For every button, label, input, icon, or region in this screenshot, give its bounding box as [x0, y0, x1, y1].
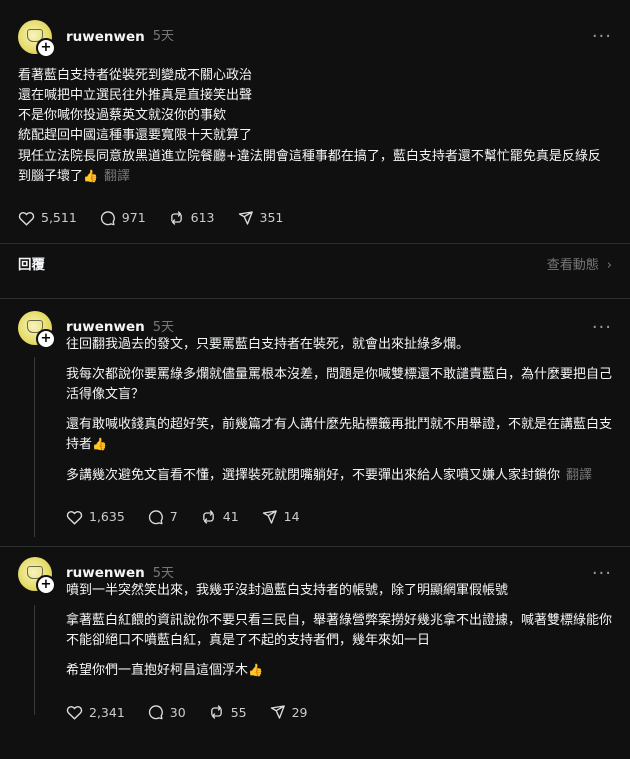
share-button[interactable]: 351: [237, 208, 284, 227]
share-count: 351: [259, 210, 284, 226]
reply-paragraph-text: 希望你們一直抱好柯昌這個浮木: [66, 663, 249, 679]
post-body: 看著藍白支持者從裝死到變成不關心政治 還在喊把中立選民往外推真是直接笑出聲 不是…: [18, 66, 612, 187]
post-header: + ruwenwen 5天 ···: [18, 20, 612, 58]
reply-paragraph: 希望你們一直抱好柯昌這個浮木👍: [66, 661, 612, 681]
avatar[interactable]: +: [18, 310, 56, 349]
reply-paragraph: 還有敢喊收錢真的超好笑，前幾篇才有人講什麼先貼標籤再批鬥就不用舉證，不就是在講藍…: [66, 415, 612, 455]
view-activity-label: 查看動態: [546, 257, 599, 273]
post-paragraph: 看著藍白支持者從裝死到變成不關心政治 還在喊把中立選民往外推真是直接笑出聲 不是…: [18, 68, 253, 124]
thumbs-up-emoji-icon: 👍: [83, 168, 98, 183]
reply-actions: 2,341 30 55 29: [66, 697, 612, 727]
send-icon: [262, 510, 277, 524]
repost-icon: [202, 510, 214, 524]
comment-count: 7: [169, 509, 178, 524]
view-activity-link[interactable]: 查看動態 ›: [547, 256, 612, 276]
reply-body: 往回翻我過去的發文，只要罵藍白支持者在裝死，就會出來扯綠多爛。 我每次都說你要罵…: [66, 335, 612, 532]
repost-button[interactable]: 613: [168, 208, 215, 227]
share-button[interactable]: 29: [269, 703, 308, 722]
comment-button[interactable]: 7: [147, 507, 178, 526]
reply-paragraph: 多講幾次避免文盲看不懂，選擇裝死就閉嘴躺好，不要彈出來給人家噴又嫌人家封鎖你 翻譯: [66, 466, 612, 486]
like-count: 2,341: [89, 704, 125, 720]
send-icon: [238, 211, 253, 225]
more-options-icon[interactable]: ···: [592, 318, 612, 336]
comment-icon: [148, 509, 163, 525]
heart-icon: [66, 510, 83, 525]
like-count: 1,635: [89, 509, 125, 524]
post-time: 5天: [152, 28, 175, 44]
heart-icon: [18, 211, 35, 226]
like-button[interactable]: 1,635: [66, 507, 125, 526]
repost-count: 41: [222, 509, 239, 524]
thumbs-up-emoji-icon: 👍: [92, 437, 107, 452]
replies-header: 回覆 查看動態 ›: [0, 244, 630, 288]
thumbs-up-emoji-icon: 👍: [248, 663, 263, 678]
reply-paragraph: 我每次都說你要罵綠多爛就儘量罵根本沒差，問題是你喊雙標還不敢譴責藍白，為什麼要把…: [66, 366, 613, 403]
reply-paragraph: 噴到一半突然笑出來，我幾乎沒封過藍白支持者的帳號，除了明顯網軍假帳號: [66, 582, 509, 598]
follow-plus-icon[interactable]: +: [36, 38, 56, 58]
avatar[interactable]: +: [18, 556, 56, 595]
comment-count: 971: [121, 210, 146, 226]
repost-count: 55: [230, 704, 247, 720]
replies-title: 回覆: [18, 257, 45, 274]
reply-body: 噴到一半突然笑出來，我幾乎沒封過藍白支持者的帳號，除了明顯網軍假帳號 拿著藍白紅…: [66, 581, 612, 728]
share-button[interactable]: 14: [261, 507, 300, 526]
reply-paragraph-text: 多講幾次避免文盲看不懂，選擇裝死就閉嘴躺好，不要彈出來給人家噴又嫌人家封鎖你: [66, 467, 561, 483]
like-button[interactable]: 2,341: [66, 703, 125, 722]
post-actions: 5,511 971 613 351: [18, 203, 612, 233]
repost-button[interactable]: 55: [208, 703, 247, 722]
post-paragraph: 統配趕回中國這種事還要寬限十天就算了 現任立法院長同意放黑道進立院餐廳+違法開會…: [18, 128, 601, 183]
follow-plus-icon[interactable]: +: [36, 574, 56, 595]
reply-post: + ruwenwen 5天 ··· 往回翻我過去的發文，只要罵藍白支持者在裝死，…: [0, 299, 630, 537]
avatar[interactable]: +: [18, 20, 56, 58]
reply-paragraph: 往回翻我過去的發文，只要罵藍白支持者在裝死，就會出來扯綠多爛。: [66, 336, 470, 352]
chevron-right-icon: ›: [606, 257, 612, 273]
repost-icon: [170, 211, 182, 225]
like-button[interactable]: 5,511: [18, 208, 77, 227]
more-options-icon[interactable]: ···: [592, 564, 612, 582]
username[interactable]: ruwenwen: [66, 27, 145, 48]
heart-icon: [66, 706, 83, 720]
translate-link[interactable]: 翻譯: [566, 468, 592, 483]
share-count: 29: [291, 704, 308, 720]
repost-button[interactable]: 41: [200, 507, 239, 526]
repost-count: 613: [190, 210, 215, 226]
thread-line: [34, 604, 35, 715]
like-count: 5,511: [41, 210, 77, 226]
reply-post: + ruwenwen 5天 ··· 噴到一半突然笑出來，我幾乎沒封過藍白支持者的…: [0, 547, 630, 728]
follow-plus-icon[interactable]: +: [36, 328, 56, 349]
comment-icon: [148, 705, 163, 720]
comment-count: 30: [169, 704, 186, 720]
reply-paragraph: 拿著藍白紅餵的資訊說你不要只看三民自，舉著綠營弊案撈好幾兆拿不出證據，喊著雙標綠…: [66, 612, 613, 648]
translate-link[interactable]: 翻譯: [104, 169, 130, 184]
more-options-icon[interactable]: ···: [592, 28, 612, 46]
comment-icon: [100, 211, 115, 226]
reply-actions: 1,635 7 41 14: [66, 502, 612, 532]
thread-line: [34, 356, 35, 537]
send-icon: [270, 705, 285, 719]
reply-paragraph-text: 還有敢喊收錢真的超好笑，前幾篇才有人講什麼先貼標籤再批鬥就不用舉證，不就是在講藍…: [66, 417, 613, 453]
main-post: + ruwenwen 5天 ··· 看著藍白支持者從裝死到變成不關心政治 還在喊…: [0, 0, 630, 233]
comment-button[interactable]: 30: [147, 703, 186, 722]
repost-icon: [210, 705, 222, 719]
share-count: 14: [283, 509, 300, 524]
comment-button[interactable]: 971: [99, 208, 146, 227]
